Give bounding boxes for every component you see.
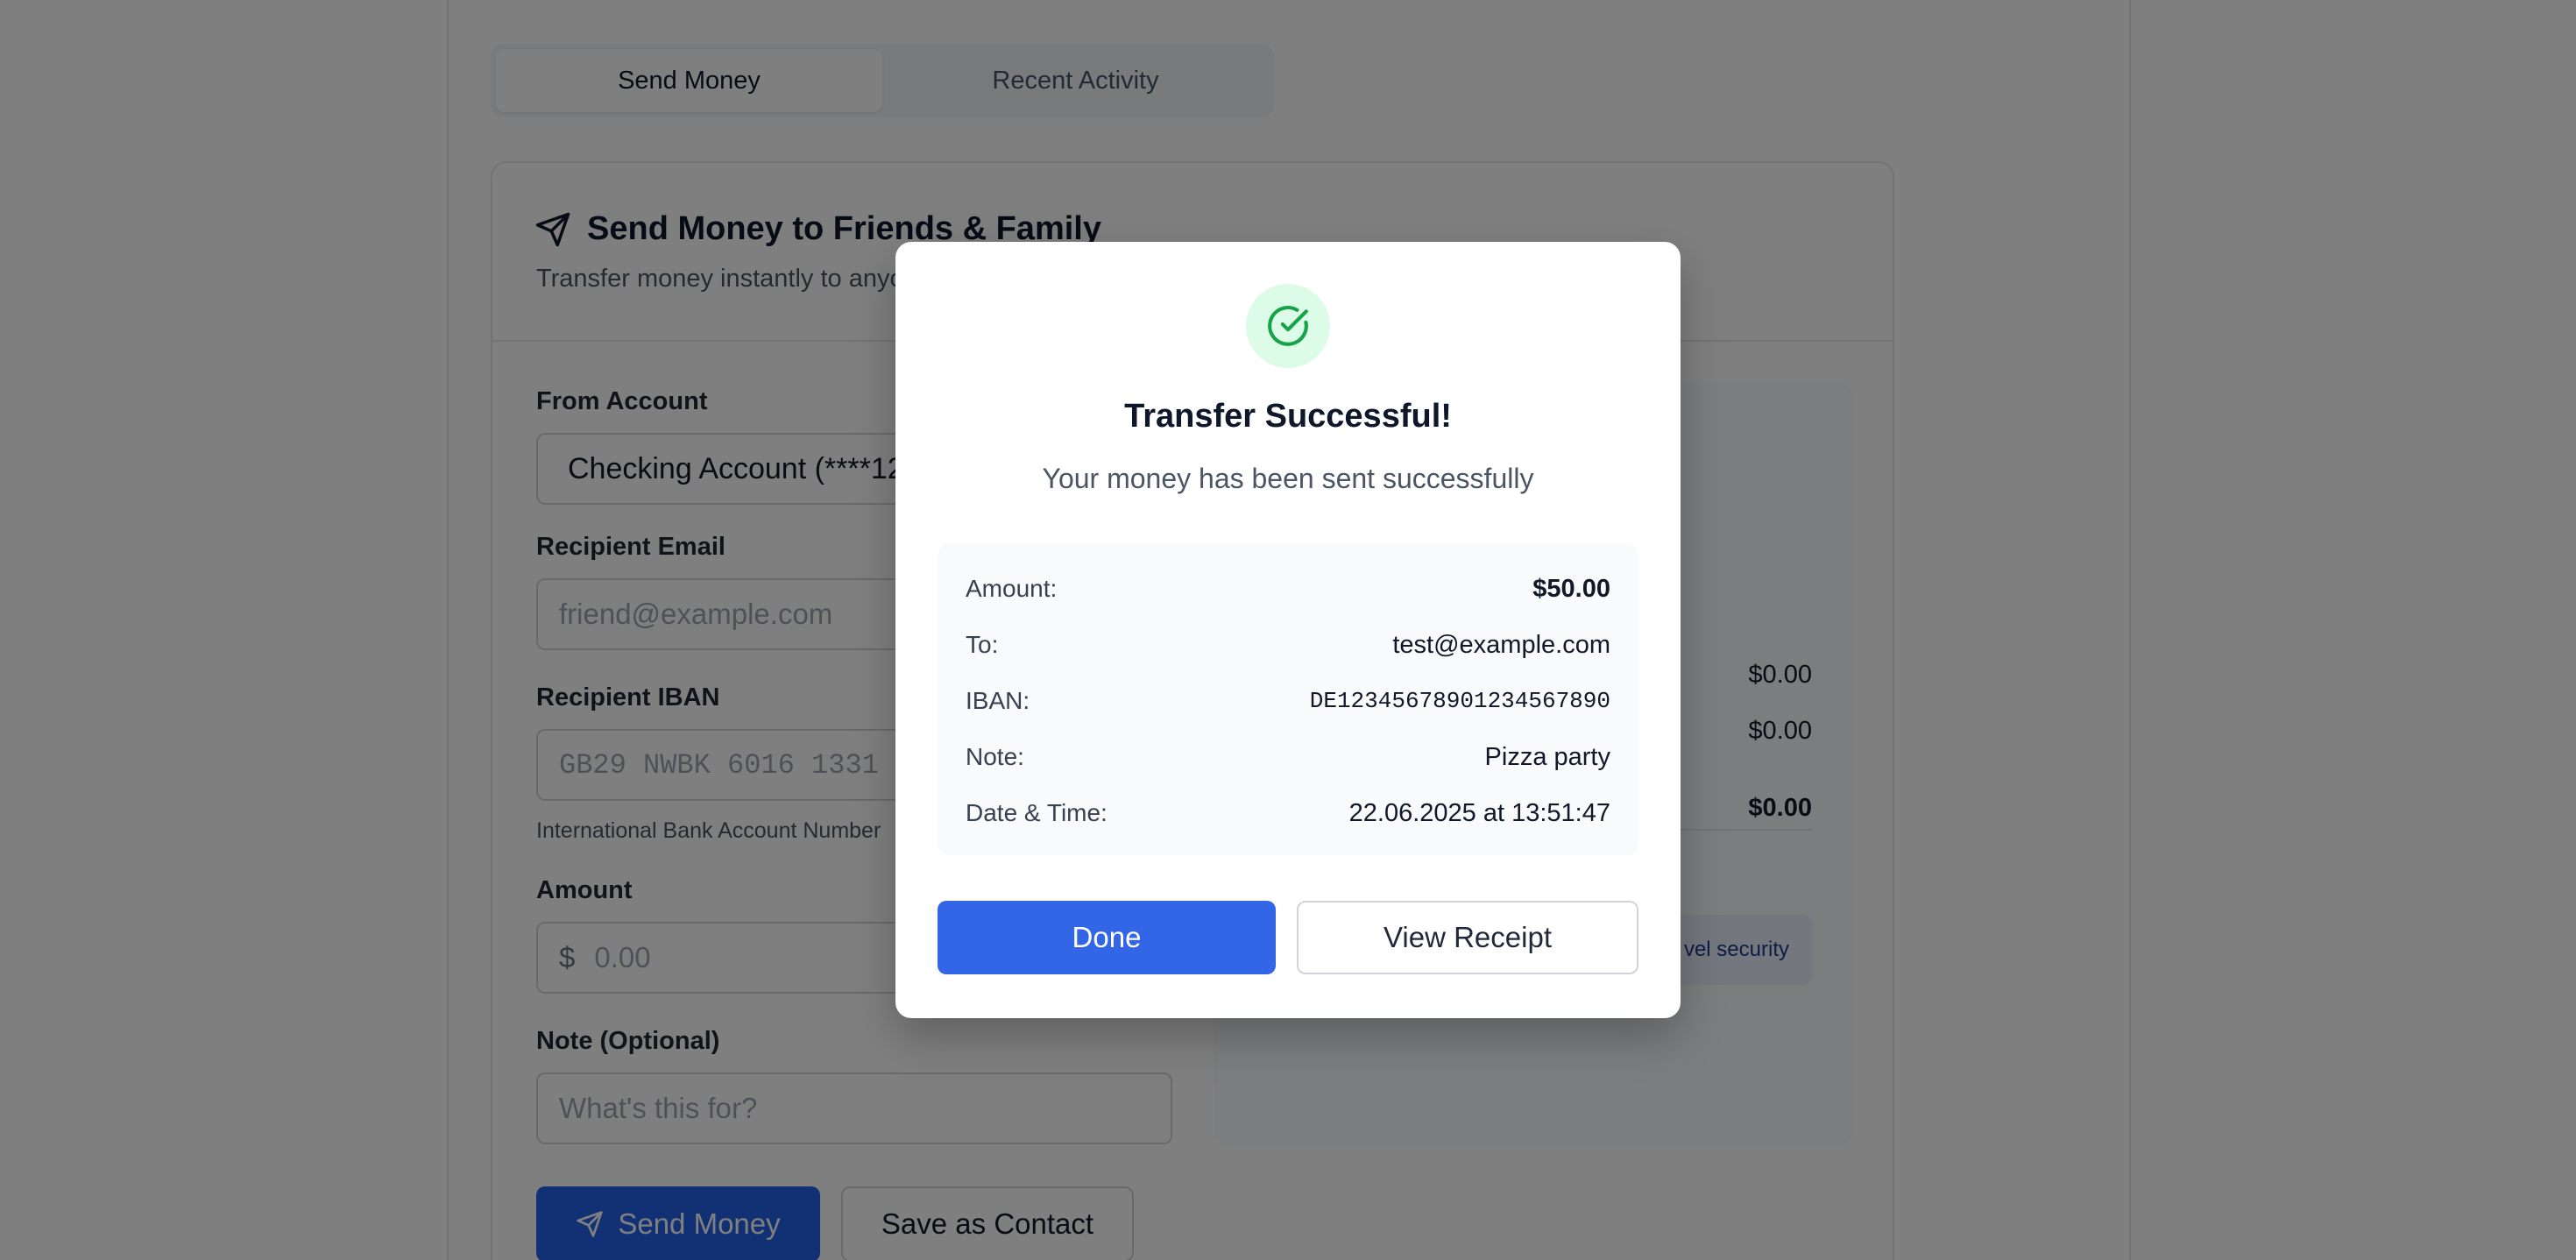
detail-value: $50.00 bbox=[1532, 574, 1610, 603]
success-badge bbox=[1246, 284, 1330, 368]
detail-row-datetime: Date & Time: 22.06.2025 at 13:51:47 bbox=[966, 796, 1610, 831]
detail-label: Amount: bbox=[966, 575, 1058, 602]
detail-value: Pizza party bbox=[1484, 742, 1610, 771]
view-receipt-button[interactable]: View Receipt bbox=[1297, 901, 1638, 974]
detail-row-iban: IBAN: DE12345678901234567890 bbox=[966, 683, 1610, 718]
detail-value: test@example.com bbox=[1392, 630, 1610, 659]
modal-title: Transfer Successful! bbox=[1124, 398, 1452, 435]
detail-row-recipient: To: test@example.com bbox=[966, 627, 1610, 662]
detail-label: IBAN: bbox=[966, 687, 1030, 714]
detail-label: Date & Time: bbox=[966, 799, 1108, 826]
detail-label: To: bbox=[966, 631, 999, 658]
detail-row-amount: Amount: $50.00 bbox=[966, 571, 1610, 606]
modal-subtitle: Your money has been sent successfully bbox=[1042, 463, 1534, 494]
detail-value: DE12345678901234567890 bbox=[1309, 688, 1610, 714]
detail-label: Note: bbox=[966, 743, 1024, 770]
done-button[interactable]: Done bbox=[938, 901, 1276, 974]
detail-row-note: Note: Pizza party bbox=[966, 740, 1610, 775]
detail-value: 22.06.2025 at 13:51:47 bbox=[1348, 798, 1610, 827]
check-circle-icon bbox=[1268, 306, 1308, 346]
transfer-details: Amount: $50.00 To: test@example.com IBAN… bbox=[938, 543, 1638, 855]
transfer-success-modal: Transfer Successful! Your money has been… bbox=[895, 242, 1681, 1018]
